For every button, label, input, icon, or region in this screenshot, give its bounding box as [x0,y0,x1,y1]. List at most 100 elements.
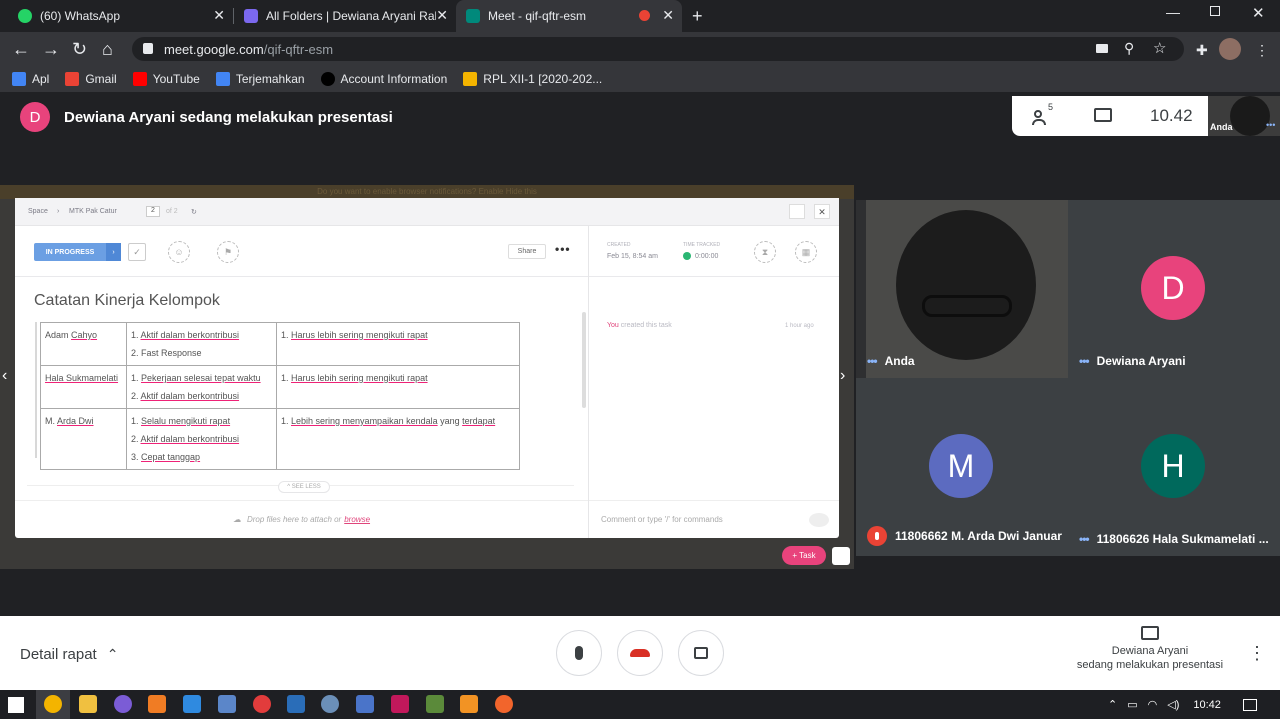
app-icon-orange[interactable] [148,695,166,713]
calendar-icon: ▦ [795,241,817,263]
camera-icon [694,647,708,659]
bookmark-apl[interactable]: Apl [12,72,49,86]
comment-bubble-icon [809,513,829,527]
extensions-icon[interactable]: ✚ [1196,41,1208,59]
minimize-card-icon [789,204,805,219]
back-icon[interactable]: ← [12,40,30,58]
volume-icon[interactable]: ◁) [1167,698,1179,711]
taskbar-clock[interactable]: 10:42 [1193,699,1221,711]
restore-icon[interactable] [1210,6,1220,16]
crumb-list: MTK Pak Catur [69,208,117,215]
close-window-icon[interactable]: ✕ [1252,4,1265,22]
vscode-icon[interactable] [183,695,201,713]
chevron-left-icon: ‹ [2,367,8,384]
profile-avatar[interactable] [1219,38,1241,60]
app-icon-purple[interactable] [114,695,132,713]
add-task-button: + Task [782,546,826,565]
participants-button[interactable]: 5 [1032,102,1056,126]
app-icon-red[interactable] [253,695,271,713]
minecraft-icon[interactable] [426,695,444,713]
crumb-space: Space [28,208,48,215]
browser-menu-icon[interactable]: ⋮ [1255,41,1269,59]
windows-taskbar: ⌃ ▭ ◠ ◁) 10:42 [0,690,1280,719]
close-card-icon: ✕ [814,204,830,219]
forward-icon[interactable]: → [42,40,60,58]
audio-dots-icon: ••• [1266,120,1276,130]
grid-icon [832,547,850,565]
table-rule [35,322,37,458]
assignee-icon: ☺ [168,241,190,263]
more-options-icon[interactable]: ⋮ [1248,644,1266,662]
performance-table: Adam Cahyo 1. Aktif dalam berkontribusi 2… [40,322,520,470]
steam-icon[interactable] [321,695,339,713]
tab-title: Meet - qif-qftr-esm [488,9,587,23]
participant-tile-dewiana[interactable]: D ••• Dewiana Aryani [1068,200,1280,378]
tab-meet[interactable]: Meet - qif-qftr-esm ✕ [456,0,682,32]
participant-video [896,210,1036,360]
youtube-icon [132,72,147,86]
check-icon: ✓ [128,243,146,261]
bookmark-account-information[interactable]: Account Information [320,72,448,86]
tab-clickup[interactable]: All Folders | Dewiana Aryani Rahm ✕ [234,0,456,32]
chat-icon[interactable] [1094,108,1112,122]
chevron-right-icon: › [57,208,60,215]
notification-center-icon[interactable] [1242,698,1257,711]
photoshop-icon[interactable] [287,695,305,713]
leave-call-button[interactable] [617,630,663,676]
hourglass-icon: ⧗ [754,241,776,263]
participant-name: ••• Anda [867,354,915,368]
virtualbox-icon[interactable] [218,695,236,713]
tab-whatsapp[interactable]: (60) WhatsApp ✕ [8,0,233,32]
participant-count: 5 [1048,102,1054,112]
app-icon-orange2[interactable] [495,695,513,713]
close-tab-icon[interactable]: ✕ [662,8,674,22]
microphone-button[interactable] [556,630,602,676]
chevron-up-icon[interactable]: ⌃ [1108,698,1117,711]
windows-start-icon[interactable] [8,697,24,713]
participant-tile-self[interactable]: ••• Anda [856,200,1068,378]
bookmark-youtube[interactable]: YouTube [132,72,200,86]
share-button: Share [508,244,546,259]
participant-tile-arda[interactable]: M 11806662 M. Arda Dwi Januar [856,378,1068,556]
sublime-icon[interactable] [460,695,478,713]
battery-icon[interactable]: ▭ [1127,698,1137,711]
camera-icon[interactable] [1096,44,1108,53]
app-icon-maroon[interactable] [391,695,409,713]
meeting-details-button[interactable]: Detail rapat ⌃ [20,646,118,663]
wifi-icon[interactable]: ◠ [1148,698,1158,711]
meet-control-bar: Detail rapat ⌃ Dewiana Aryani sedang mel… [0,616,1280,690]
file-explorer-icon[interactable] [79,695,97,713]
minimize-icon[interactable]: — [1166,4,1180,20]
bookmark-rpl[interactable]: RPL XII-1 [2020-202... [463,72,602,86]
presenting-now-button[interactable]: Dewiana Aryani sedang melakukan presenta… [1060,626,1240,672]
chevron-up-icon: ⌃ [106,646,119,662]
bookmark-label: Account Information [340,72,448,86]
home-icon[interactable]: ⌂ [102,40,113,58]
bookmark-star-icon[interactable]: ☆ [1153,39,1166,57]
new-tab-icon[interactable]: + [692,6,703,27]
notification-banner: Do you want to enable browser notificati… [0,185,854,199]
camera-button[interactable] [678,630,724,676]
status-badge: IN PROGRESS [34,243,106,261]
zoom-icon[interactable]: ⚲ [1124,40,1134,57]
breadcrumb: Space › MTK Pak Catur 2 of 2 ↻ ✕ [15,198,839,226]
close-tab-icon[interactable]: ✕ [436,8,448,22]
table-cell: 1. Selalu mengikuti rapat 2. Aktif dalam … [126,408,277,470]
bookmark-terjemahkan[interactable]: Terjemahkan [215,72,305,86]
task-title: Catatan Kinerja Kelompok [34,292,220,309]
self-view-thumbnail[interactable]: Anda ••• [1208,96,1280,136]
activity-entry: You created this task [607,322,672,329]
scrollbar [582,312,586,408]
chevron-right-icon: › [840,367,846,384]
self-video [1230,96,1270,136]
table-cell: M. Arda Dwi [40,408,127,470]
gmail-icon [65,72,80,86]
close-tab-icon[interactable]: ✕ [213,8,225,22]
address-bar[interactable]: meet.google.com/qif-qftr-esm ⚲ ☆ [132,37,1184,61]
app-icon-blue[interactable] [356,695,374,713]
reload-icon[interactable]: ↻ [72,40,87,58]
bookmarks-bar: Apl Gmail YouTube Terjemahkan Account In… [0,66,1280,92]
bookmark-gmail[interactable]: Gmail [65,72,117,86]
chrome-icon[interactable] [44,695,62,713]
participant-tile-hala[interactable]: H ••• 11806626 Hala Sukmamelati ... [1068,378,1280,556]
